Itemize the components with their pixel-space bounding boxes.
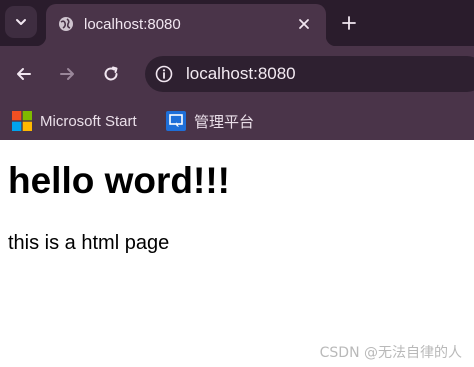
active-tab[interactable]: localhost:8080 bbox=[36, 4, 336, 46]
page-viewport: hello word!!! this is a html page CSDN @… bbox=[0, 140, 474, 367]
bookmark-admin-platform[interactable]: 管理平台 bbox=[166, 110, 254, 132]
page-heading: hello word!!! bbox=[8, 160, 230, 201]
microsoft-logo-icon bbox=[12, 111, 32, 131]
address-bar[interactable]: localhost:8080 bbox=[145, 56, 474, 92]
bookmark-label: Microsoft Start bbox=[40, 112, 137, 130]
plus-icon bbox=[342, 16, 356, 30]
forward-button[interactable] bbox=[53, 60, 81, 88]
arrow-left-icon bbox=[17, 68, 31, 80]
reload-icon bbox=[104, 66, 118, 81]
back-button[interactable] bbox=[10, 60, 38, 88]
close-tab-button[interactable] bbox=[294, 14, 314, 34]
new-tab-button[interactable] bbox=[336, 10, 362, 36]
browser-toolbar: localhost:8080 bbox=[0, 46, 474, 102]
tab-strip: localhost:8080 bbox=[0, 0, 474, 46]
site-info-icon[interactable] bbox=[155, 65, 173, 83]
close-icon bbox=[299, 19, 309, 29]
arrow-right-icon bbox=[60, 68, 74, 80]
bookmark-microsoft-start[interactable]: Microsoft Start bbox=[12, 110, 137, 132]
chevron-down-icon bbox=[16, 19, 26, 25]
tab-title: localhost:8080 bbox=[84, 16, 181, 33]
tab-search-button[interactable] bbox=[5, 6, 37, 38]
reload-button[interactable] bbox=[97, 60, 125, 88]
page-paragraph: this is a html page bbox=[8, 232, 170, 254]
bookmarks-bar: Microsoft Start 管理平台 bbox=[0, 102, 474, 140]
bookmark-label: 管理平台 bbox=[194, 113, 255, 131]
url-text: localhost:8080 bbox=[186, 64, 296, 83]
csdn-watermark: CSDN @无法自律的人 bbox=[319, 345, 462, 361]
globe-icon bbox=[59, 17, 73, 31]
admin-platform-icon bbox=[166, 111, 186, 131]
